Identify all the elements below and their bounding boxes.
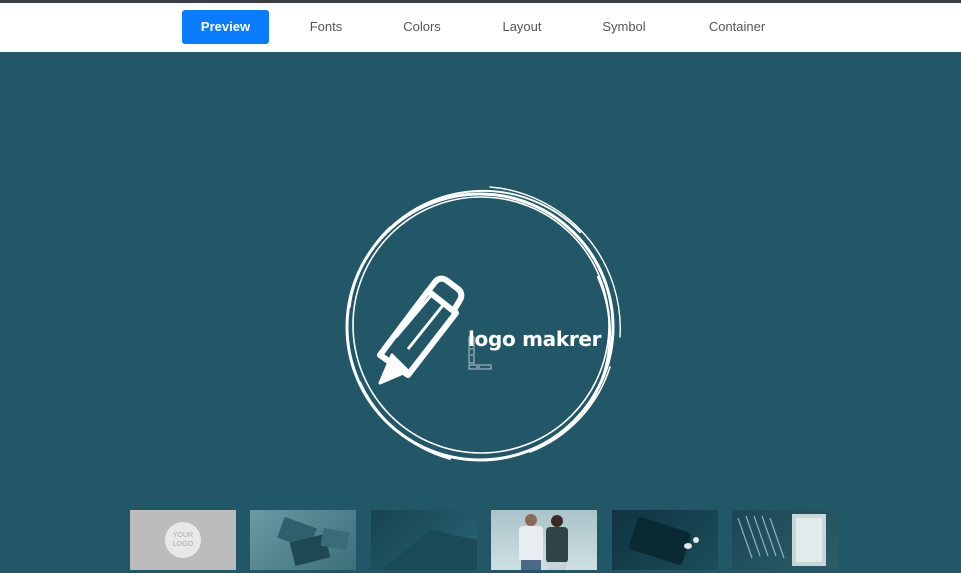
tab-fonts[interactable]: Fonts xyxy=(296,10,356,44)
tab-colors[interactable]: Colors xyxy=(392,10,452,44)
pencil-icon xyxy=(377,275,465,385)
your-logo-placeholder: YOUR LOGO xyxy=(165,522,201,558)
editor-tab-bar: Preview Fonts Colors Layout Symbol Conta… xyxy=(0,3,961,52)
mockup-phone-thumbnail[interactable] xyxy=(612,510,718,570)
logo-graphic xyxy=(345,186,621,462)
mockup-business-cards-thumbnail[interactable] xyxy=(250,510,356,570)
logo-preview-canvas: logo makrer YOUR LOGO xyxy=(0,52,961,573)
tab-symbol[interactable]: Symbol xyxy=(594,10,654,44)
shelf-image xyxy=(737,514,826,566)
paper-image xyxy=(381,530,477,570)
mockup-strip: YOUR LOGO xyxy=(0,510,961,573)
placeholder-line2: LOGO xyxy=(172,541,194,548)
tab-preview[interactable]: Preview xyxy=(182,10,269,44)
tshirts-image xyxy=(519,514,568,570)
brush-circle-container xyxy=(345,186,621,462)
mockup-tshirts-thumbnail[interactable] xyxy=(491,510,597,570)
tab-container[interactable]: Container xyxy=(700,10,774,44)
brand-name-text: logo makrer xyxy=(468,327,602,351)
placeholder-line1: YOUR xyxy=(172,532,194,539)
mockup-paper-thumbnail[interactable] xyxy=(371,510,477,570)
mockup-card-thumbnail[interactable]: YOUR LOGO xyxy=(130,510,236,570)
tab-layout[interactable]: Layout xyxy=(492,10,552,44)
business-cards-image xyxy=(277,516,350,566)
phone-image xyxy=(629,517,699,565)
mockup-shelf-thumbnail[interactable] xyxy=(732,510,838,570)
